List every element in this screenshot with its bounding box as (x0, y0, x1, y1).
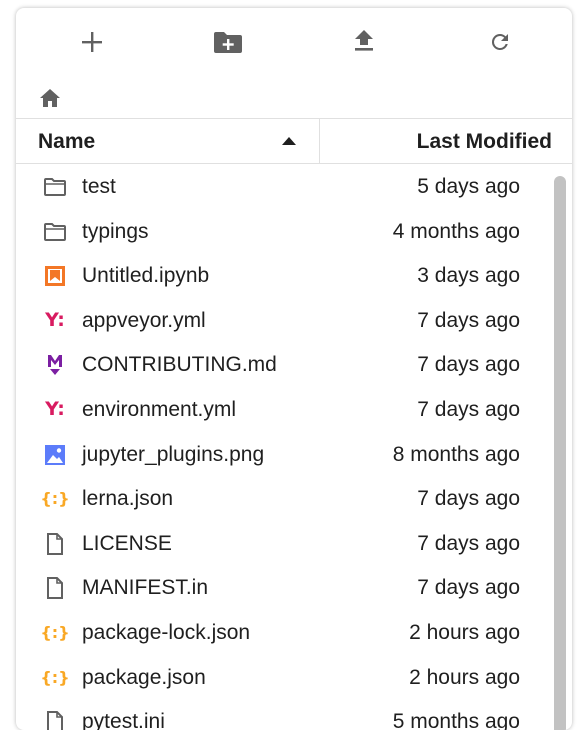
file-name: LICENSE (82, 531, 172, 555)
file-icon (43, 710, 67, 730)
refresh-button[interactable] (480, 26, 520, 58)
scrollbar-thumb[interactable] (554, 176, 566, 730)
file-name: MANIFEST.in (82, 576, 209, 600)
name-column-header[interactable]: Name (16, 119, 320, 163)
file-browser-toolbar (16, 8, 572, 74)
list-item[interactable]: pytest.ini 5 months ago (16, 699, 546, 730)
breadcrumb-home[interactable] (38, 86, 62, 110)
new-folder-icon (214, 32, 242, 53)
file-last-modified: 7 days ago (417, 576, 520, 600)
list-item[interactable]: {:} package-lock.json 2 hours ago (16, 610, 546, 655)
name-column-label: Name (38, 130, 96, 153)
listing-header: Name Last Modified (16, 118, 572, 164)
list-item[interactable]: Y: environment.yml 7 days ago (16, 387, 546, 432)
file-last-modified: 2 hours ago (409, 620, 520, 644)
file-last-modified: 7 days ago (417, 308, 520, 332)
yaml-icon: Y: (45, 398, 65, 421)
file-icon (43, 576, 67, 600)
list-item[interactable]: LICENSE 7 days ago (16, 521, 546, 566)
file-last-modified: 7 days ago (417, 397, 520, 421)
file-last-modified: 4 months ago (392, 219, 520, 243)
json-icon: {:} (40, 667, 70, 687)
list-item[interactable]: {:} lerna.json 7 days ago (16, 476, 546, 521)
new-launcher-button[interactable] (72, 26, 112, 58)
file-name: test (82, 175, 116, 198)
file-name: environment.yml (82, 397, 237, 421)
list-item[interactable]: typings 4 months ago (16, 209, 546, 254)
file-last-modified: 5 days ago (417, 175, 520, 198)
file-last-modified: 7 days ago (417, 487, 520, 511)
upload-button[interactable] (344, 26, 384, 58)
file-name: Untitled.ipynb (82, 264, 210, 288)
list-item[interactable]: CONTRIBUTING.md 7 days ago (16, 342, 546, 387)
list-item[interactable]: jupyter_plugins.png 8 months ago (16, 432, 546, 477)
list-item[interactable]: MANIFEST.in 7 days ago (16, 565, 546, 610)
file-icon (43, 532, 67, 556)
file-last-modified: 3 days ago (417, 264, 520, 288)
file-last-modified: 5 months ago (392, 710, 520, 730)
json-icon: {:} (40, 622, 70, 642)
file-name: lerna.json (82, 487, 174, 511)
image-icon (43, 443, 67, 467)
file-listing: test 5 days ago typings 4 months ago Untitle… (16, 164, 572, 730)
file-name: appveyor.yml (82, 308, 206, 332)
upload-icon (355, 30, 373, 51)
file-last-modified: 7 days ago (417, 353, 520, 377)
yaml-icon: Y: (45, 309, 65, 332)
file-last-modified: 8 months ago (392, 442, 520, 466)
file-name: CONTRIBUTING.md (82, 353, 277, 377)
file-last-modified: 7 days ago (417, 531, 520, 555)
folder-icon (43, 175, 67, 199)
breadcrumb (16, 74, 572, 118)
notebook-icon (43, 264, 67, 288)
json-icon: {:} (40, 489, 70, 509)
home-icon (40, 89, 60, 107)
file-name: package.json (82, 665, 206, 689)
last-modified-column-label: Last Modified (416, 130, 552, 153)
list-item[interactable]: test 5 days ago (16, 164, 546, 209)
last-modified-column-header[interactable]: Last Modified (320, 119, 572, 163)
list-item[interactable]: Y: appveyor.yml 7 days ago (16, 298, 546, 343)
plus-icon (82, 32, 102, 52)
file-name: package-lock.json (82, 620, 251, 644)
file-name: jupyter_plugins.png (82, 442, 265, 466)
file-name: typings (82, 219, 149, 243)
file-browser-panel: Name Last Modified test 5 days ago typings… (16, 8, 572, 730)
caret-up-icon (282, 137, 296, 145)
listing-scrollbar[interactable] (552, 168, 568, 730)
list-item[interactable]: {:} package.json 2 hours ago (16, 655, 546, 700)
markdown-icon (43, 353, 67, 377)
new-folder-button[interactable] (208, 26, 248, 58)
list-item[interactable]: Untitled.ipynb 3 days ago (16, 253, 546, 298)
refresh-icon (491, 33, 508, 50)
file-last-modified: 2 hours ago (409, 665, 520, 689)
folder-icon (43, 220, 67, 244)
file-name: pytest.ini (82, 710, 165, 730)
